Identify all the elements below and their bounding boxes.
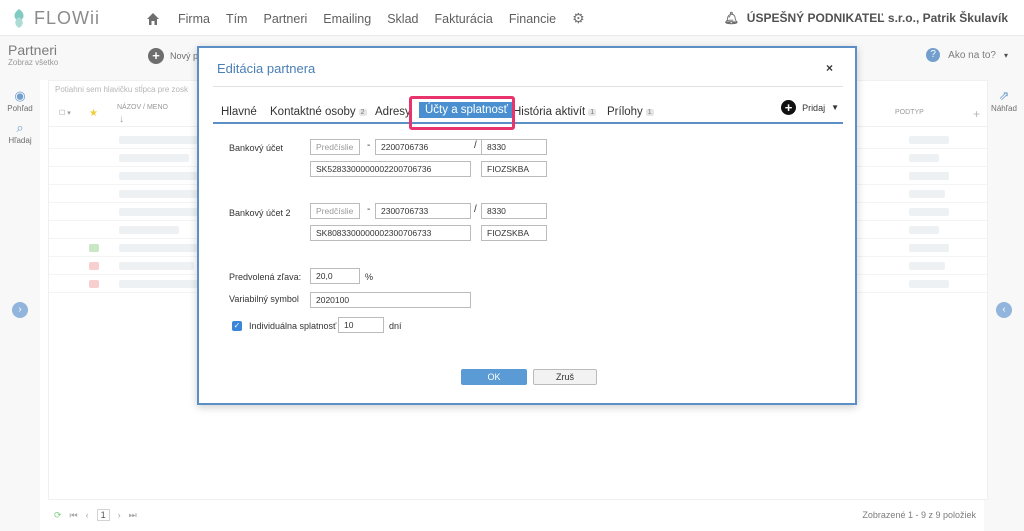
account1-label: Bankový účet [229, 143, 284, 153]
plus-icon: + [781, 100, 797, 115]
ok-button[interactable]: OK [461, 369, 527, 385]
tab-count-badge: 2 [358, 108, 367, 116]
tab-label: Účty a splatnosť [425, 104, 508, 116]
add-button[interactable]: + Pridaj ▼ [781, 100, 839, 115]
variable-symbol-label: Variabilný symbol [229, 294, 299, 304]
tab-hlavne[interactable]: Hlavné [221, 106, 257, 118]
tab-historia-aktivit[interactable]: História aktivít 1 [513, 106, 597, 118]
account2-prefix-input[interactable]: Predčíslie [310, 203, 360, 219]
tab-label: Hlavné [221, 106, 257, 118]
individual-due-input[interactable]: 10 [338, 317, 384, 333]
tab-kontaktne-osoby[interactable]: Kontaktné osoby 2 [270, 106, 367, 118]
tab-label: História aktivít [513, 106, 586, 118]
individual-due-checkbox[interactable]: ✓ [232, 321, 242, 331]
tab-label: Adresy [375, 106, 411, 118]
tab-adresy[interactable]: Adresy [375, 106, 411, 118]
account1-bank-code-input[interactable]: 8330 [481, 139, 547, 155]
dialog-title: Editácia partnera [217, 61, 316, 76]
discount-input[interactable]: 20,0 [310, 268, 360, 284]
tab-label: Kontaktné osoby [270, 106, 356, 118]
tab-count-badge: 1 [588, 108, 597, 116]
dialog-tabs: Hlavné Kontaktné osoby 2 Adresy Účty a s… [213, 100, 843, 124]
dash-separator: - [367, 204, 371, 215]
days-unit: dní [389, 321, 402, 331]
account1-prefix-input[interactable]: Predčíslie [310, 139, 360, 155]
dialog-divider [213, 86, 843, 87]
dash-separator: - [367, 140, 371, 151]
slash-separator: / [474, 140, 477, 151]
variable-symbol-input[interactable]: 2020100 [310, 292, 471, 308]
account1-number-input[interactable]: 2200706736 [375, 139, 482, 155]
account1-iban-input[interactable]: SK5283300000002200706736 [310, 161, 471, 177]
account2-bank-code-input[interactable]: 8330 [481, 203, 547, 219]
edit-partner-dialog: Editácia partnera × Hlavné Kontaktné oso… [197, 46, 857, 405]
tab-ucty-a-splatnost[interactable]: Účty a splatnosť [419, 102, 514, 118]
add-label: Pridaj [802, 102, 826, 113]
account2-label: Bankový účet 2 [229, 208, 291, 218]
account2-number-input[interactable]: 2300706733 [375, 203, 471, 219]
account1-swift-input[interactable]: FIOZSKBA [481, 161, 547, 177]
individual-due-label: Individuálna splatnosť [249, 321, 337, 331]
tab-prilohy[interactable]: Prílohy 1 [607, 106, 654, 118]
discount-label: Predvolená zľava: [229, 272, 302, 282]
account2-swift-input[interactable]: FIOZSKBA [481, 225, 547, 241]
tab-label: Prílohy [607, 106, 643, 118]
tab-count-badge: 1 [645, 108, 654, 116]
slash-separator: / [474, 204, 477, 215]
chevron-down-icon[interactable]: ▼ [831, 103, 839, 112]
percent-unit: % [365, 272, 374, 282]
close-icon[interactable]: × [826, 61, 833, 75]
cancel-button[interactable]: Zruš [533, 369, 597, 385]
account2-iban-input[interactable]: SK8083300000002300706733 [310, 225, 471, 241]
